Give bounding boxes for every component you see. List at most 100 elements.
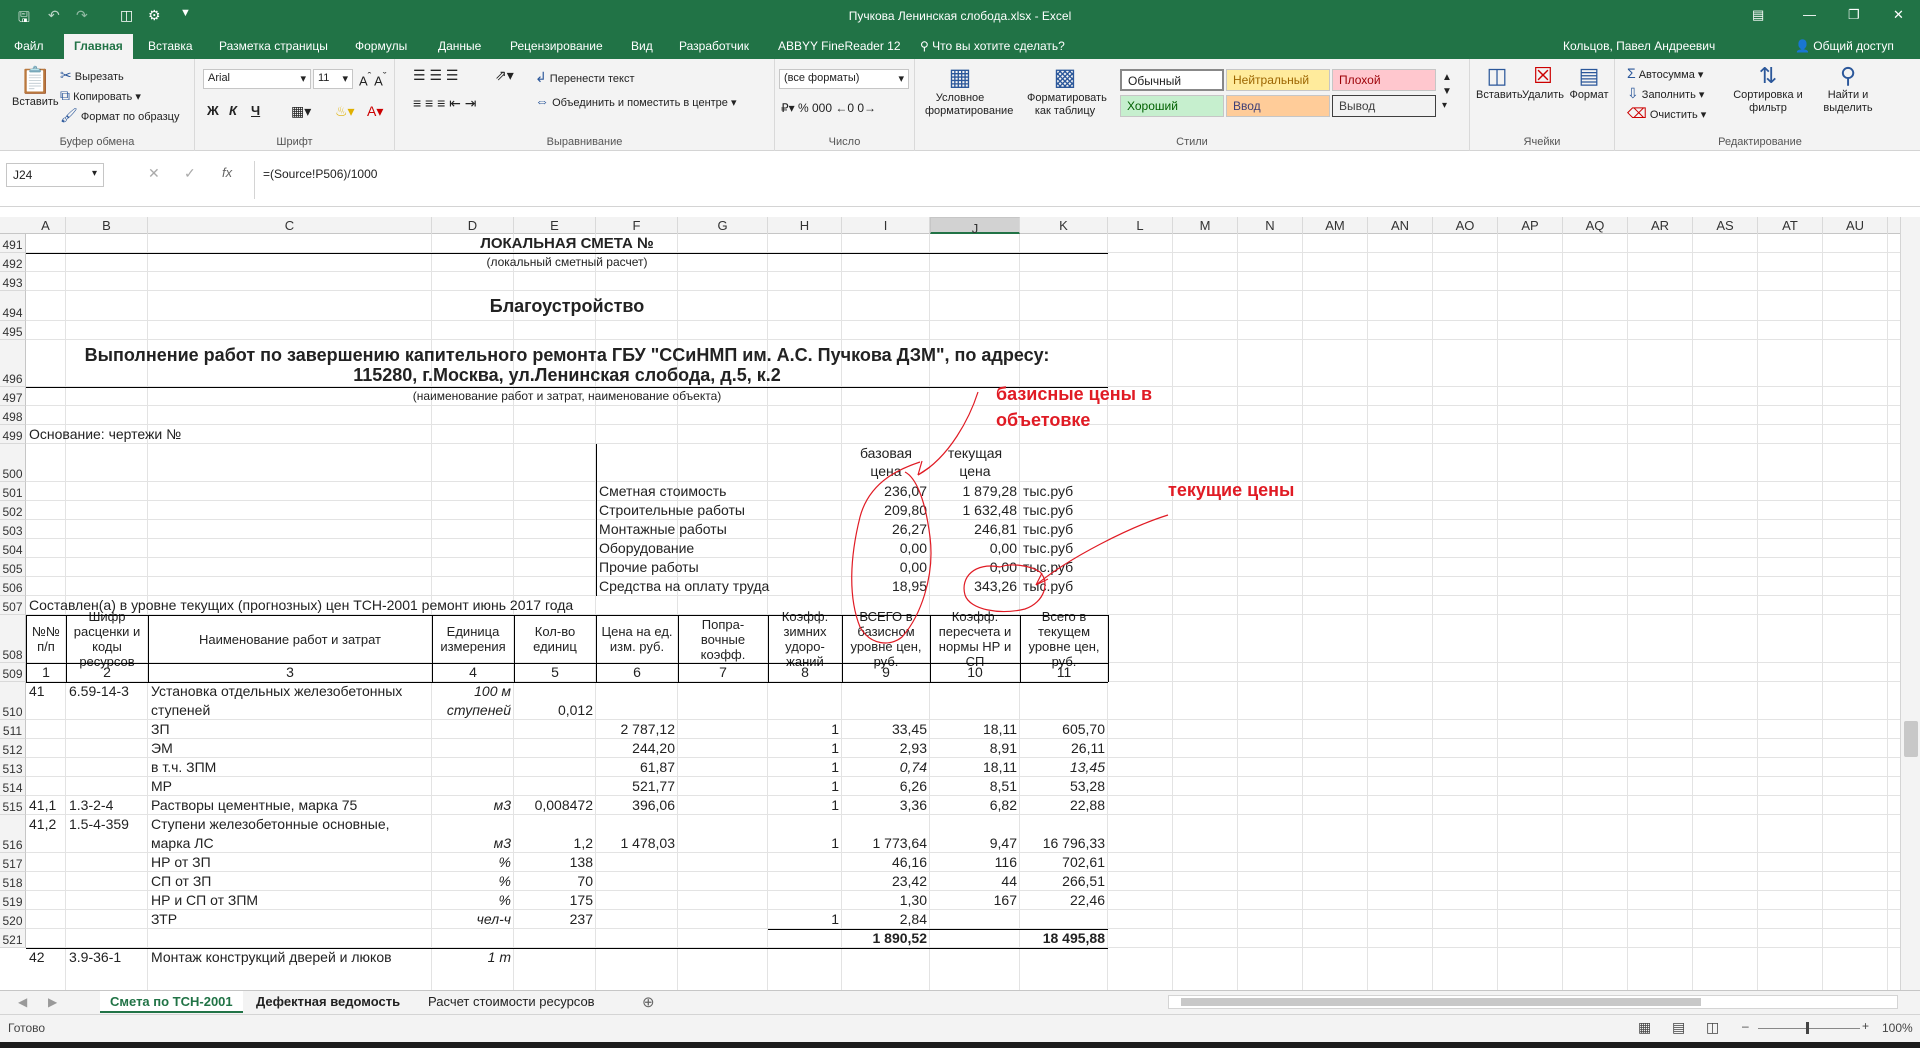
tab-review[interactable]: Рецензирование xyxy=(510,39,603,53)
align-left-icon[interactable]: ≡ ≡ ≡ ⇤ ⇥ xyxy=(413,95,477,112)
sheet-tab-resources[interactable]: Расчет стоимости ресурсов xyxy=(418,991,605,1013)
align-top-icon[interactable]: ☰ ☰ ☰ xyxy=(413,67,458,84)
borders-icon[interactable]: ▦▾ xyxy=(291,103,311,120)
column-header-n[interactable]: N xyxy=(1238,217,1303,234)
font-name-select[interactable]: Arial ▾ xyxy=(203,69,311,89)
tab-file[interactable]: Файл xyxy=(14,39,44,53)
column-header-au[interactable]: AU xyxy=(1823,217,1888,234)
column-header-ar[interactable]: AR xyxy=(1628,217,1693,234)
row-header[interactable]: 497 xyxy=(0,387,26,406)
row-header[interactable]: 516 xyxy=(0,815,26,853)
grow-font-button[interactable]: Aˆ Aˇ xyxy=(359,71,386,88)
conditional-formatting-button[interactable]: ▦ Условное форматирование xyxy=(925,63,1013,118)
column-header-at[interactable]: AT xyxy=(1758,217,1823,234)
column-header-m[interactable]: M xyxy=(1173,217,1238,234)
row-header[interactable]: 517 xyxy=(0,853,26,872)
wrap-text-button[interactable]: ↲ Перенести текст xyxy=(535,69,635,86)
column-header-am[interactable]: AM xyxy=(1303,217,1368,234)
row-header[interactable]: 510 xyxy=(0,682,26,720)
new-sheet-icon[interactable]: ⊕ xyxy=(642,993,655,1011)
zoom-slider[interactable] xyxy=(1758,1028,1860,1029)
row-header[interactable]: 521 xyxy=(0,929,26,948)
row-header[interactable]: 502 xyxy=(0,501,26,520)
clear-button[interactable]: ⌫ Очистить ▾ xyxy=(1627,105,1706,122)
row-header[interactable]: 511 xyxy=(0,720,26,739)
zoom-out-icon[interactable]: – xyxy=(1742,1019,1749,1033)
ribbon-display-icon[interactable]: ▤ xyxy=(1752,7,1764,23)
style-good[interactable]: Хороший xyxy=(1120,95,1224,117)
row-header[interactable]: 504 xyxy=(0,539,26,558)
font-color-icon[interactable]: A▾ xyxy=(367,103,383,120)
tab-formulas[interactable]: Формулы xyxy=(355,39,407,53)
paste-button[interactable]: 📋 Вставить xyxy=(12,65,59,108)
horizontal-scrollbar[interactable] xyxy=(1168,995,1898,1009)
column-header-ap[interactable]: AP xyxy=(1498,217,1563,234)
column-header-g[interactable]: G xyxy=(678,217,768,234)
tab-developer[interactable]: Разработчик xyxy=(679,39,749,53)
column-header-b[interactable]: B xyxy=(66,217,148,234)
bold-button[interactable]: Ж xyxy=(207,103,219,118)
column-header-k[interactable]: K xyxy=(1020,217,1108,234)
vertical-scroll-thumb[interactable] xyxy=(1904,721,1918,757)
format-painter-button[interactable]: 🖌 Формат по образцу xyxy=(60,107,179,124)
normal-view-icon[interactable]: ▦ xyxy=(1638,1019,1651,1036)
cancel-icon[interactable]: ✕ xyxy=(148,165,160,182)
formula-input[interactable]: =(Source!P506)/1000 xyxy=(254,161,1904,199)
enter-icon[interactable]: ✓ xyxy=(184,165,196,182)
column-header-d[interactable]: D xyxy=(432,217,514,234)
name-box[interactable]: J24 ▾ xyxy=(6,163,104,187)
row-header[interactable]: 503 xyxy=(0,520,26,539)
column-header-l[interactable]: L xyxy=(1108,217,1173,234)
prev-sheet-icon[interactable]: ◀ xyxy=(18,995,27,1009)
row-header[interactable]: 520 xyxy=(0,910,26,929)
style-output[interactable]: Вывод xyxy=(1332,95,1436,117)
next-sheet-icon[interactable]: ▶ xyxy=(48,995,57,1009)
zoom-slider-thumb[interactable] xyxy=(1806,1022,1809,1034)
row-header[interactable]: 505 xyxy=(0,558,26,577)
tab-home[interactable]: Главная xyxy=(64,34,133,59)
find-select-button[interactable]: ⚲ Найти и выделить xyxy=(1813,63,1883,115)
vertical-scrollbar[interactable] xyxy=(1900,217,1920,990)
column-header-a[interactable]: A xyxy=(26,217,66,234)
copy-button[interactable]: ⧉ Копировать ▾ xyxy=(60,87,141,104)
autosum-button[interactable]: Σ Автосумма ▾ xyxy=(1627,65,1703,81)
row-header[interactable]: 509 xyxy=(0,663,26,682)
tab-view[interactable]: Вид xyxy=(631,39,653,53)
zoom-in-icon[interactable]: + xyxy=(1862,1019,1869,1033)
sheet-tab-smeta[interactable]: Смета по ТСН-2001 xyxy=(100,991,243,1013)
row-header[interactable]: 500 xyxy=(0,444,26,482)
style-input[interactable]: Ввод xyxy=(1226,95,1330,117)
merge-center-button[interactable]: ⇔ Объединить и поместить в центре ▾ xyxy=(535,93,737,109)
number-format-select[interactable]: (все форматы) ▾ xyxy=(779,69,909,89)
column-header-f[interactable]: F xyxy=(596,217,678,234)
style-bad[interactable]: Плохой xyxy=(1332,69,1436,91)
column-header-c[interactable]: C xyxy=(148,217,432,234)
row-header[interactable]: 507 xyxy=(0,596,26,615)
style-neutral[interactable]: Нейтральный xyxy=(1226,69,1330,91)
row-header[interactable]: 494 xyxy=(0,291,26,321)
orientation-icon[interactable]: ⇗▾ xyxy=(495,67,514,84)
format-as-table-button[interactable]: ▩ Форматировать как таблицу xyxy=(1027,63,1107,118)
column-header-e[interactable]: E xyxy=(514,217,596,234)
cut-button[interactable]: ✂ Вырезать xyxy=(60,67,124,84)
row-header[interactable]: 496 xyxy=(0,340,26,387)
tab-page-layout[interactable]: Разметка страницы xyxy=(219,39,328,53)
column-header-aq[interactable]: AQ xyxy=(1563,217,1628,234)
row-header[interactable]: 498 xyxy=(0,406,26,425)
styles-more-icon[interactable]: ▲ ▼ ▾ xyxy=(1442,71,1452,113)
row-header[interactable]: 514 xyxy=(0,777,26,796)
minimize-icon[interactable]: — xyxy=(1803,7,1816,22)
page-break-view-icon[interactable]: ◫ xyxy=(1706,1019,1719,1036)
row-header[interactable]: 491 xyxy=(0,234,26,253)
fill-button[interactable]: ⇩ Заполнить ▾ xyxy=(1627,85,1704,102)
column-header-as[interactable]: AS xyxy=(1693,217,1758,234)
tab-insert[interactable]: Вставка xyxy=(148,39,193,53)
row-header[interactable]: 493 xyxy=(0,272,26,291)
horizontal-scroll-thumb[interactable] xyxy=(1181,998,1701,1006)
row-header[interactable]: 518 xyxy=(0,872,26,891)
row-header[interactable]: 519 xyxy=(0,891,26,910)
share-button[interactable]: 👤 Общий доступ xyxy=(1795,39,1894,53)
row-header[interactable]: 512 xyxy=(0,739,26,758)
tell-me-search[interactable]: ⚲ Что вы хотите сделать? xyxy=(920,39,1065,53)
format-cells-button[interactable]: ▤ Формат xyxy=(1568,63,1610,101)
